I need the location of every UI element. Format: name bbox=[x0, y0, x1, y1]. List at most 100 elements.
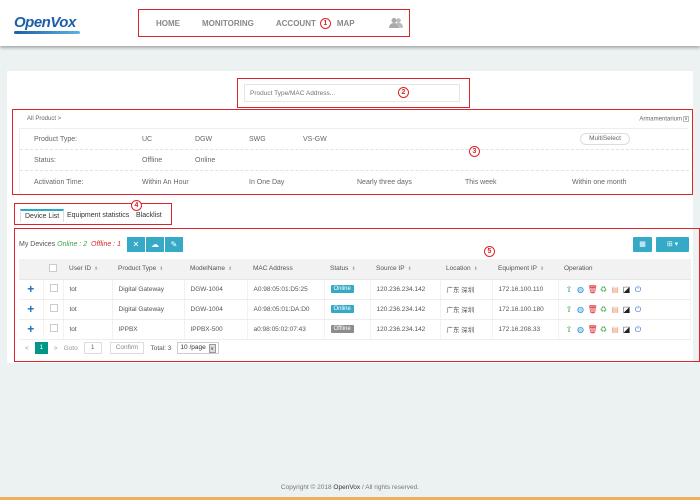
users-icon[interactable] bbox=[389, 17, 403, 29]
sort-icon: ⬍ bbox=[94, 266, 99, 273]
row-checkbox[interactable] bbox=[49, 304, 58, 312]
offline-count: Offline : 1 bbox=[91, 241, 121, 248]
main-panel: 2 All Product > Armamentarium∨ Product T… bbox=[7, 71, 700, 363]
filter-option[interactable]: Online bbox=[195, 157, 215, 164]
next-page-button[interactable]: > bbox=[54, 345, 58, 352]
mac-address-cell: A0:98:05:01:D5:25 bbox=[247, 279, 325, 300]
column-header[interactable]: Status ⬍ bbox=[324, 259, 370, 280]
page-size-select[interactable]: 10 /page ∨ bbox=[177, 342, 219, 354]
config-icon[interactable]: ▤ bbox=[611, 305, 620, 314]
annotation-marker: 1 bbox=[319, 17, 331, 29]
config-icon[interactable]: ▤ bbox=[611, 285, 620, 294]
terminal-icon[interactable]: ◪ bbox=[622, 285, 631, 294]
main-nav: HOME MONITORING ACCOUNT 1 MAP bbox=[138, 9, 410, 37]
web-icon[interactable]: ◍ bbox=[576, 325, 585, 334]
web-icon[interactable]: ◍ bbox=[576, 305, 585, 314]
location-cell: 广东 深圳 bbox=[440, 319, 493, 340]
column-header[interactable]: ModelName ⬍ bbox=[184, 259, 247, 280]
source-ip-cell: 120.236.234.142 bbox=[370, 279, 441, 300]
share-icon[interactable]: ♻ bbox=[599, 325, 608, 334]
goto-page-input[interactable]: 1 bbox=[83, 342, 102, 354]
status-badge: Online bbox=[330, 305, 354, 313]
nav-map[interactable]: MAP bbox=[337, 19, 355, 28]
status-badge: Online bbox=[330, 285, 354, 293]
source-ip-cell: 120.236.234.142 bbox=[370, 319, 441, 340]
cloud-upload-button[interactable]: ☁ bbox=[146, 237, 165, 252]
tab-device-list[interactable]: Device List bbox=[20, 209, 65, 222]
mac-address-cell: A0:98:05:01:DA:D0 bbox=[247, 299, 325, 320]
terminal-icon[interactable]: ◪ bbox=[622, 305, 631, 314]
power-icon[interactable]: ⏻ bbox=[634, 285, 643, 294]
close-button[interactable]: ✕ bbox=[127, 237, 146, 252]
filter-option[interactable]: This week bbox=[465, 179, 497, 186]
filter-option[interactable]: Offline bbox=[142, 157, 162, 164]
column-header[interactable]: Equipment IP ⬍ bbox=[492, 259, 558, 280]
nav-account[interactable]: ACCOUNT bbox=[276, 19, 316, 28]
chevron-down-icon: ∨ bbox=[208, 343, 216, 353]
power-icon[interactable]: ⏻ bbox=[634, 325, 643, 334]
status-cell: Offline bbox=[324, 319, 371, 340]
table-view-button[interactable]: ▦ bbox=[633, 237, 652, 252]
edit-icon: ✎ bbox=[170, 240, 178, 249]
row-select-cell bbox=[43, 319, 64, 340]
row-checkbox[interactable] bbox=[49, 284, 58, 292]
filter-option[interactable]: Within one month bbox=[572, 179, 626, 186]
product-type-cell: IPPBX bbox=[112, 319, 185, 340]
sort-icon: ⬍ bbox=[159, 266, 164, 273]
filter-option[interactable]: Nearly three days bbox=[357, 179, 412, 186]
user-id-cell: tot bbox=[63, 279, 113, 300]
edit-button[interactable]: ✎ bbox=[165, 237, 184, 252]
multiselect-button[interactable]: MultiSelect bbox=[580, 133, 630, 145]
filter-option[interactable]: DGW bbox=[195, 136, 212, 143]
filter-option[interactable]: In One Day bbox=[249, 179, 284, 186]
terminal-icon[interactable]: ◪ bbox=[622, 325, 631, 334]
armamentarium-toggle[interactable]: Armamentarium ∨ bbox=[639, 116, 689, 123]
filter-option[interactable]: VS-GW bbox=[303, 136, 327, 143]
search-input[interactable] bbox=[244, 84, 460, 102]
power-icon[interactable]: ⏻ bbox=[634, 305, 643, 314]
prev-page-button[interactable]: < bbox=[25, 345, 29, 352]
status-cell: Online bbox=[324, 279, 371, 300]
delete-icon[interactable]: 🗑 bbox=[588, 285, 598, 294]
page-1-button[interactable]: 1 bbox=[34, 342, 48, 354]
upgrade-icon[interactable]: ⇧ bbox=[565, 305, 574, 314]
nav-monitoring[interactable]: MONITORING bbox=[202, 19, 254, 28]
total-count: Total: 3 bbox=[150, 344, 172, 352]
breadcrumb[interactable]: All Product > bbox=[27, 116, 61, 122]
expand-row-button[interactable]: + bbox=[19, 299, 44, 320]
filter-label: Activation Time: bbox=[34, 179, 84, 186]
expand-row-button[interactable]: + bbox=[19, 279, 44, 300]
columns-dropdown-button[interactable]: ⊞ ▾ bbox=[656, 237, 689, 252]
filter-option[interactable]: Within An Hour bbox=[142, 179, 189, 186]
upgrade-icon[interactable]: ⇧ bbox=[565, 285, 574, 294]
device-table: User ID ⬍ Product Type ⬍ ModelName ⬍ MAC Ad… bbox=[19, 259, 691, 340]
config-icon[interactable]: ▤ bbox=[611, 325, 620, 334]
sort-icon: ⬍ bbox=[540, 266, 545, 273]
select-all-checkbox[interactable] bbox=[49, 263, 57, 272]
tab-blacklist[interactable]: Blacklist bbox=[136, 212, 162, 219]
filter-option[interactable]: SWG bbox=[249, 136, 266, 143]
column-header[interactable]: Location ⬍ bbox=[440, 259, 492, 280]
nav-home[interactable]: HOME bbox=[156, 19, 180, 28]
delete-icon[interactable]: 🗑 bbox=[588, 325, 598, 334]
device-summary: My Devices Online : 2 Offline : 1 bbox=[19, 241, 121, 248]
filter-option[interactable]: UC bbox=[142, 136, 152, 143]
confirm-button[interactable]: Confirm bbox=[109, 342, 145, 354]
sort-icon: ⬍ bbox=[473, 266, 478, 273]
openvox-logo[interactable]: OpenVox bbox=[14, 14, 76, 31]
table-row: + tot IPPBX IPPBX-500 a0:98:05:02:07:43 … bbox=[19, 319, 691, 340]
delete-icon[interactable]: 🗑 bbox=[588, 305, 598, 314]
user-id-cell: tot bbox=[63, 319, 113, 340]
expand-row-button[interactable]: + bbox=[19, 319, 44, 340]
row-checkbox[interactable] bbox=[49, 324, 58, 332]
tab-equipment-statistics[interactable]: Equipment statistics bbox=[67, 212, 129, 219]
share-icon[interactable]: ♻ bbox=[599, 285, 608, 294]
column-header[interactable]: Source IP ⬍ bbox=[370, 259, 440, 280]
filter-rows: Product Type: UC DGW SWG VS-GW MultiSele… bbox=[19, 128, 689, 194]
column-header[interactable]: User ID ⬍ bbox=[63, 259, 112, 280]
web-icon[interactable]: ◍ bbox=[576, 285, 585, 294]
upgrade-icon[interactable]: ⇧ bbox=[565, 325, 574, 334]
column-header[interactable]: Product Type ⬍ bbox=[112, 259, 184, 280]
share-icon[interactable]: ♻ bbox=[599, 305, 608, 314]
my-devices-label: My Devices bbox=[19, 241, 56, 248]
